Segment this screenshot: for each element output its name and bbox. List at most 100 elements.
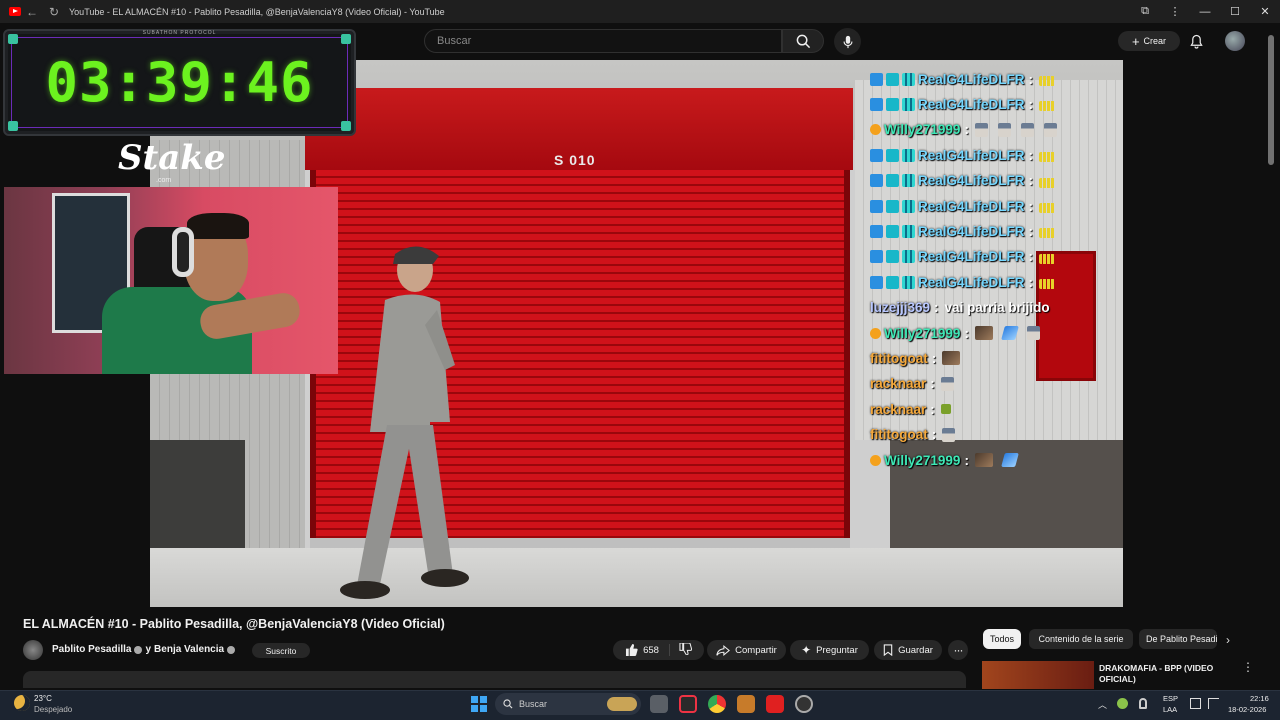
grid-badge-icon	[902, 148, 915, 162]
close-button[interactable]: ✕	[1250, 5, 1280, 18]
chat-username: RealG4LifeDLFR	[918, 173, 1025, 189]
channel-avatar[interactable]	[23, 640, 43, 660]
search-input[interactable]	[437, 35, 781, 47]
description-box[interactable]	[23, 671, 966, 688]
windows-start-icon[interactable]	[471, 696, 487, 712]
chip-all[interactable]: Todos	[983, 629, 1021, 649]
create-button[interactable]: + Crear	[1118, 31, 1180, 51]
blue-badge-icon	[870, 174, 883, 188]
network-icon[interactable]	[1190, 698, 1201, 709]
channel-name-2[interactable]: Benja Valencia	[154, 644, 224, 655]
streamer-webcam	[4, 187, 338, 374]
voice-search-button[interactable]	[834, 28, 861, 55]
account-avatar[interactable]	[1225, 31, 1245, 51]
chat-username: RealG4LifeDLFR	[918, 96, 1025, 112]
tray-app-icon[interactable]	[1117, 698, 1128, 709]
subscribed-button[interactable]: Suscrito	[252, 643, 310, 658]
more-actions-button[interactable]: ···	[948, 640, 968, 660]
chrome-icon[interactable]	[708, 695, 726, 713]
grid-badge-icon	[902, 275, 915, 289]
taskbar-search[interactable]: Buscar	[495, 693, 641, 715]
blue-badge-icon	[870, 148, 883, 162]
person-emote-icon	[940, 376, 954, 391]
scene-floor	[150, 548, 1123, 607]
bars-emote-icon	[1039, 76, 1056, 86]
weather-description[interactable]: Despejado	[34, 705, 72, 714]
notifications-button[interactable]	[1188, 32, 1204, 50]
maximize-button[interactable]: ☐	[1220, 5, 1250, 18]
volume-icon[interactable]	[1208, 698, 1219, 709]
like-button[interactable]: 658	[625, 644, 670, 656]
app-icon-orange[interactable]	[737, 695, 755, 713]
chat-separator: :	[964, 325, 969, 341]
window-controls: ⧉ ⋮ — ☐ ✕	[1130, 5, 1280, 18]
share-icon	[716, 644, 731, 656]
clock-date[interactable]: 18-02-2026	[1228, 705, 1266, 714]
sparkle-icon: ✦	[801, 643, 812, 657]
share-button[interactable]: Compartir	[707, 640, 786, 660]
chat-message: racknaar:	[870, 373, 964, 395]
youtube-favicon-icon	[9, 7, 21, 16]
chat-username: Willy271999	[884, 452, 961, 468]
chat-username: luzejjj369	[870, 300, 931, 316]
chat-message: RealG4LifeDLFR:	[870, 271, 1065, 293]
chat-separator: :	[931, 427, 937, 443]
chat-message: Willy271999:	[870, 449, 1027, 471]
recommended-thumbnail[interactable]	[982, 661, 1094, 689]
chevron-right-icon[interactable]: ›	[1226, 633, 1230, 647]
microphone-icon[interactable]	[1139, 698, 1147, 709]
back-arrow-icon[interactable]: ←	[21, 5, 43, 19]
photo-emote-icon	[974, 453, 993, 467]
chat-message: fititogoat:	[870, 347, 970, 369]
verified-icon	[134, 645, 143, 654]
person-emote-icon	[1020, 122, 1034, 137]
verified-icon	[227, 645, 236, 654]
person-emote-icon	[974, 122, 988, 137]
video-title: EL ALMACÉN #10 - Pablito Pesadilla, @Ben…	[23, 617, 445, 631]
extensions-icon[interactable]: ⧉	[1130, 5, 1160, 18]
moon-weather-icon[interactable]	[14, 695, 30, 711]
chat-separator: :	[1028, 249, 1034, 265]
orange-badge-icon	[870, 327, 881, 339]
cyan-badge-icon	[886, 275, 899, 289]
cyan-badge-icon	[886, 250, 899, 264]
minimize-button[interactable]: —	[1190, 6, 1220, 18]
chat-message: RealG4LifeDLFR:	[870, 195, 1065, 217]
search-box[interactable]	[424, 29, 782, 53]
task-view-icon[interactable]	[650, 695, 668, 713]
clock-time[interactable]: 22:16	[1250, 694, 1269, 703]
chat-username: RealG4LifeDLFR	[918, 274, 1025, 290]
app-icon-red-circle[interactable]	[679, 695, 697, 713]
tray-overflow-icon[interactable]: ︿	[1098, 698, 1107, 711]
blue-badge-icon	[870, 72, 883, 86]
ask-button[interactable]: ✦ Preguntar	[790, 640, 869, 660]
reload-icon[interactable]: ↻	[43, 5, 65, 19]
input-layout[interactable]: LAA	[1163, 705, 1177, 714]
chat-separator: :	[1028, 71, 1034, 87]
chat-message: RealG4LifeDLFR:	[870, 68, 1065, 90]
save-button[interactable]: Guardar	[874, 640, 942, 660]
storage-unit-label: S 010	[554, 152, 596, 168]
chip-series-content[interactable]: Contenido de la serie	[1029, 629, 1133, 649]
media-player-icon[interactable]	[795, 695, 813, 713]
channel-name-1[interactable]: Pablito Pesadilla	[52, 644, 131, 655]
page-scrollbar[interactable]	[1268, 35, 1274, 165]
weather-temperature[interactable]: 23°C	[34, 694, 52, 703]
chip-from-channel[interactable]: De Pablito Pesadilla	[1139, 629, 1217, 649]
timer-corner-ornament	[8, 121, 18, 131]
kebab-menu-icon[interactable]: ⋮	[1242, 660, 1254, 674]
walking-person-figure	[340, 246, 469, 599]
input-language[interactable]: ESP	[1163, 694, 1178, 703]
share-label: Compartir	[735, 644, 777, 656]
create-label: Crear	[1143, 36, 1167, 46]
channel-names[interactable]: Pablito Pesadilla y Benja Valencia	[52, 644, 236, 655]
youtube-app-icon[interactable]	[766, 695, 784, 713]
ask-label: Preguntar	[816, 644, 858, 656]
chat-message: RealG4LifeDLFR:	[870, 93, 1065, 115]
cyan-badge-icon	[886, 224, 899, 238]
more-menu-icon[interactable]: ⋮	[1160, 5, 1190, 18]
recommended-title[interactable]: DRAKOMAFIA - BPP (VIDEO OFICIAL)	[1099, 663, 1227, 685]
chat-username: RealG4LifeDLFR	[918, 147, 1025, 163]
search-button[interactable]	[782, 29, 824, 53]
dislike-button[interactable]	[675, 641, 693, 658]
